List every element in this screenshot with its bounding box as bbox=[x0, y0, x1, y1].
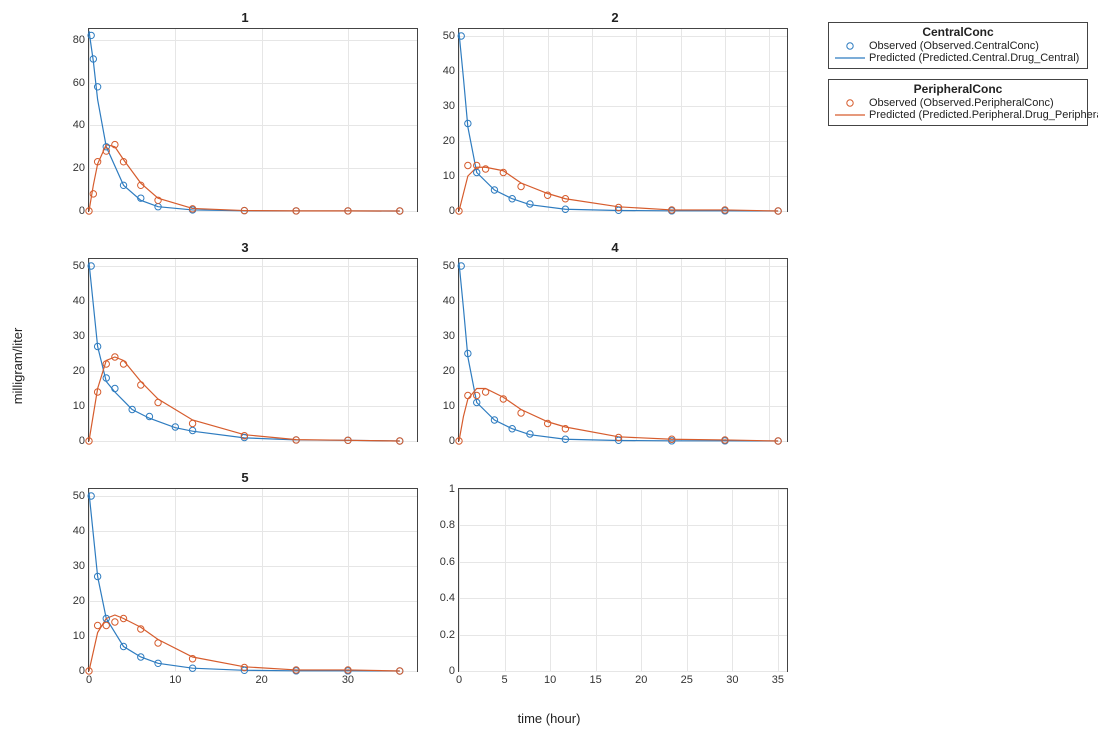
legend-label: Predicted (Predicted.Central.Drug_Centra… bbox=[869, 52, 1079, 64]
y-tick: 60 bbox=[73, 77, 89, 89]
subplot-title: 4 bbox=[430, 240, 800, 255]
x-tick: 20 bbox=[635, 671, 647, 686]
x-tick: 35 bbox=[772, 671, 784, 686]
legend-central: CentralConc Observed (Observed.CentralCo… bbox=[828, 22, 1088, 69]
y-tick: 30 bbox=[73, 560, 89, 572]
marker-icon bbox=[835, 40, 865, 52]
subplot: 00.20.40.60.8105101520253035 bbox=[430, 470, 800, 700]
y-tick: 20 bbox=[73, 595, 89, 607]
legend-label: Observed (Observed.CentralConc) bbox=[869, 40, 1039, 52]
x-tick: 0 bbox=[456, 671, 462, 686]
marker-icon bbox=[835, 97, 865, 109]
y-tick: 30 bbox=[73, 330, 89, 342]
plot bbox=[89, 489, 417, 671]
x-axis-label: time (hour) bbox=[0, 711, 1098, 726]
y-tick: 50 bbox=[73, 490, 89, 502]
y-tick: 20 bbox=[443, 135, 459, 147]
y-axis-label: milligram/liter bbox=[10, 328, 25, 405]
y-tick: 30 bbox=[443, 330, 459, 342]
y-tick: 10 bbox=[73, 400, 89, 412]
axes: 01020304050 bbox=[458, 258, 788, 442]
y-tick: 0.6 bbox=[440, 556, 459, 568]
axes: 020406080 bbox=[88, 28, 418, 212]
legend-title: PeripheralConc bbox=[835, 82, 1081, 97]
plot bbox=[459, 259, 787, 441]
legend-entry: Observed (Observed.CentralConc) bbox=[835, 40, 1081, 52]
y-tick: 0.2 bbox=[440, 629, 459, 641]
y-tick: 50 bbox=[443, 30, 459, 42]
legend-label: Predicted (Predicted.Peripheral.Drug_Per… bbox=[869, 109, 1098, 121]
y-tick: 50 bbox=[73, 260, 89, 272]
y-tick: 40 bbox=[73, 295, 89, 307]
y-tick: 1 bbox=[449, 483, 459, 495]
y-tick: 0 bbox=[449, 205, 459, 217]
subplot: 301020304050 bbox=[60, 240, 430, 470]
subplot: 1020406080 bbox=[60, 10, 430, 240]
y-tick: 20 bbox=[443, 365, 459, 377]
y-tick: 0 bbox=[449, 435, 459, 447]
y-tick: 10 bbox=[443, 170, 459, 182]
subplot-title: 1 bbox=[60, 10, 430, 25]
y-tick: 40 bbox=[443, 295, 459, 307]
subplot: 5 010203040500102030 bbox=[60, 470, 430, 700]
subplot-title: 2 bbox=[430, 10, 800, 25]
y-tick: 0.8 bbox=[440, 519, 459, 531]
subplot: 201020304050 bbox=[430, 10, 800, 240]
y-tick: 40 bbox=[443, 65, 459, 77]
y-tick: 0.4 bbox=[440, 592, 459, 604]
legend-title: CentralConc bbox=[835, 25, 1081, 40]
plot bbox=[89, 259, 417, 441]
y-tick: 20 bbox=[73, 162, 89, 174]
axes: 01020304050 bbox=[458, 28, 788, 212]
plot bbox=[459, 29, 787, 211]
x-tick: 20 bbox=[256, 671, 268, 686]
legend-peripheral: PeripheralConc Observed (Observed.Periph… bbox=[828, 79, 1088, 126]
y-tick: 10 bbox=[73, 630, 89, 642]
x-tick: 5 bbox=[501, 671, 507, 686]
legend-entry: Observed (Observed.PeripheralConc) bbox=[835, 97, 1081, 109]
x-tick: 10 bbox=[544, 671, 556, 686]
y-tick: 20 bbox=[73, 365, 89, 377]
axes: 010203040500102030 bbox=[88, 488, 418, 672]
axes: 01020304050 bbox=[88, 258, 418, 442]
y-tick: 0 bbox=[79, 205, 89, 217]
y-tick: 0 bbox=[79, 435, 89, 447]
y-tick: 10 bbox=[443, 400, 459, 412]
subplot-title: 5 bbox=[60, 470, 430, 485]
y-tick: 40 bbox=[73, 119, 89, 131]
legend-entry: Predicted (Predicted.Peripheral.Drug_Per… bbox=[835, 109, 1081, 121]
line-icon bbox=[835, 109, 865, 121]
x-tick: 15 bbox=[590, 671, 602, 686]
y-tick: 80 bbox=[73, 34, 89, 46]
figure: milligram/liter time (hour) 102040608020… bbox=[0, 0, 1098, 732]
legend-label: Observed (Observed.PeripheralConc) bbox=[869, 97, 1054, 109]
x-tick: 10 bbox=[169, 671, 181, 686]
y-tick: 50 bbox=[443, 260, 459, 272]
line-icon bbox=[835, 52, 865, 64]
subplot-title: 3 bbox=[60, 240, 430, 255]
legend-column: CentralConc Observed (Observed.CentralCo… bbox=[828, 22, 1088, 136]
x-tick: 30 bbox=[726, 671, 738, 686]
plot bbox=[89, 29, 417, 211]
y-tick: 30 bbox=[443, 100, 459, 112]
subplot-grid: 1020406080201020304050301020304050401020… bbox=[60, 10, 800, 700]
x-tick: 25 bbox=[681, 671, 693, 686]
subplot: 401020304050 bbox=[430, 240, 800, 470]
axes: 00.20.40.60.8105101520253035 bbox=[458, 488, 788, 672]
y-tick: 40 bbox=[73, 525, 89, 537]
legend-entry: Predicted (Predicted.Central.Drug_Centra… bbox=[835, 52, 1081, 64]
